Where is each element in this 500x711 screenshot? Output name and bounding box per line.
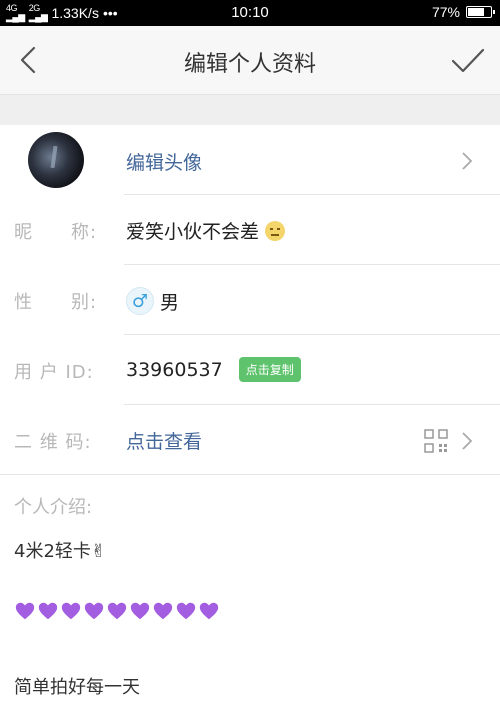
- qr-code-label: 二 维 码:: [14, 432, 92, 453]
- gender-value-wrap: ♂ 男: [126, 287, 179, 315]
- intro-line-2: 简单拍好每一天: [14, 677, 140, 698]
- purple-heart-icon: [84, 602, 104, 620]
- checkmark-icon[interactable]: [450, 44, 486, 76]
- gender-row[interactable]: 性 别: ♂ 男: [0, 265, 500, 335]
- qr-code-row[interactable]: 二 维 码: 点击查看: [0, 405, 500, 475]
- chevron-right-icon: [462, 152, 473, 170]
- purple-heart-icon: [38, 602, 58, 620]
- male-icon: ♂: [126, 287, 154, 315]
- purple-heart-icon: [176, 602, 196, 620]
- purple-heart-icon: [199, 602, 219, 620]
- copy-id-button[interactable]: 点击复制: [238, 357, 301, 382]
- status-right: 77%: [431, 4, 495, 20]
- nickname-row[interactable]: 昵 称: 爱笑小伙不会差: [0, 195, 500, 265]
- qr-code-value: 点击查看: [126, 431, 203, 453]
- edit-avatar-label: 编辑头像: [126, 152, 203, 174]
- purple-heart-icon: [130, 602, 150, 620]
- section-gap: [0, 95, 500, 125]
- intro-label: 个人介绍:: [14, 497, 93, 518]
- smiley-icon: [265, 220, 286, 241]
- chevron-right-icon: [462, 432, 473, 450]
- nickname-label: 昵 称:: [14, 222, 98, 243]
- status-time: 10:10: [231, 4, 269, 21]
- battery-icon: [466, 6, 495, 18]
- nav-bar: 编辑个人资料: [0, 26, 500, 95]
- avatar[interactable]: [28, 132, 84, 188]
- user-id-value: 33960537: [126, 358, 223, 381]
- qr-code-icon: [424, 429, 448, 453]
- status-bar: 4G ▂▄▆ 2G ▂▄▆ 1.33K/s ••• 10:10 77%: [0, 0, 500, 26]
- battery-fill: [468, 8, 485, 16]
- user-id-row: 用 户 ID: 33960537 点击复制: [0, 335, 500, 405]
- page-title: 编辑个人资料: [183, 52, 316, 77]
- hearts-row: [14, 600, 220, 622]
- purple-heart-icon: [15, 602, 35, 620]
- nickname-value: 爱笑小伙不会差: [126, 221, 260, 243]
- nickname-value-wrap: 爱笑小伙不会差: [126, 217, 286, 244]
- intro-line-1: 4米2轻卡✌: [14, 541, 106, 562]
- gender-label: 性 别:: [14, 292, 98, 313]
- purple-heart-icon: [61, 602, 81, 620]
- battery-percent: 77%: [431, 4, 460, 20]
- user-id-label: 用 户 ID:: [14, 362, 94, 383]
- purple-heart-icon: [153, 602, 173, 620]
- row-divider: [0, 474, 500, 475]
- user-id-value-wrap: 33960537 点击复制: [126, 357, 301, 382]
- purple-heart-icon: [107, 602, 127, 620]
- gender-value: 男: [160, 291, 180, 314]
